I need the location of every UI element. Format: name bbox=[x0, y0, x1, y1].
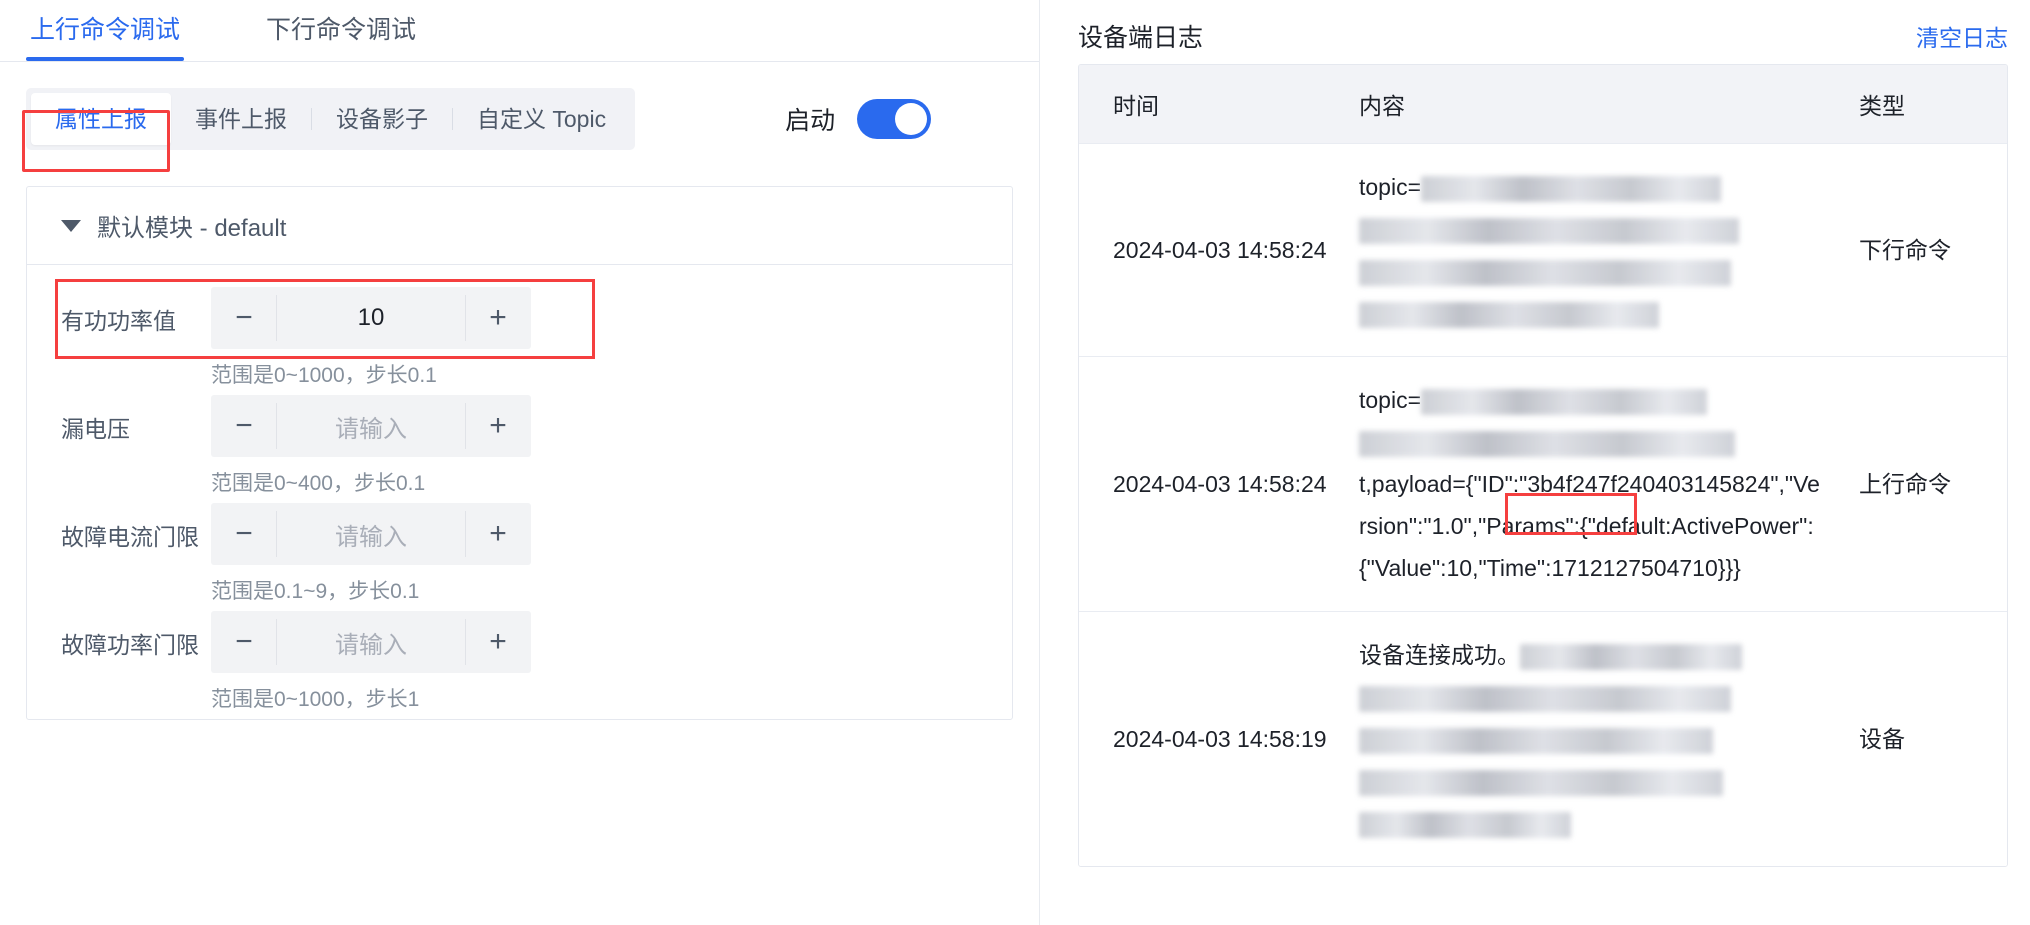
property-range-hint: 范围是0~400，步长0.1 bbox=[211, 472, 426, 495]
sub-tab-property-report-label: 属性上报 bbox=[55, 106, 147, 132]
stepper-decrement-button[interactable]: − bbox=[211, 503, 277, 565]
sub-tab-custom-topic-label: 自定义 Topic bbox=[477, 106, 607, 132]
stepper-value-input[interactable]: 10 bbox=[277, 287, 465, 349]
stepper-value-input[interactable]: 请输入 bbox=[277, 503, 465, 565]
start-toggle-group: 启动 bbox=[785, 99, 932, 139]
default-module-header[interactable]: 默认模块 - default bbox=[27, 187, 1012, 265]
uplink-debug-pane: 上行命令调试 下行命令调试 属性上报 事件上报 设备影子 自定义 Topic 启… bbox=[0, 0, 1040, 925]
device-log-header: 设备端日志 清空日志 bbox=[1078, 0, 2008, 64]
tab-uplink-command-debug[interactable]: 上行命令调试 bbox=[26, 0, 185, 61]
sub-tab-property-report[interactable]: 属性上报 bbox=[31, 93, 171, 145]
quantity-stepper: − 10 + bbox=[211, 287, 531, 349]
log-type: 下行命令 bbox=[1859, 237, 1951, 263]
log-time: 2024-04-03 14:58:24 bbox=[1113, 237, 1327, 263]
quantity-stepper: − 请输入 + bbox=[211, 503, 531, 565]
quantity-stepper: − 请输入 + bbox=[211, 395, 531, 457]
property-control: − 请输入 + 范围是0~1000，步长1 bbox=[211, 611, 531, 715]
sub-tab-device-shadow[interactable]: 设备影子 bbox=[312, 93, 452, 145]
device-log-pane: 设备端日志 清空日志 时间 内容 类型 2024-04-03 14:58:24 … bbox=[1040, 0, 2030, 925]
property-row: 故障功率门限 − 请输入 + 范围是0~1000，步长1 bbox=[27, 611, 1012, 715]
quantity-stepper: − 请输入 + bbox=[211, 611, 531, 673]
redacted-text bbox=[1359, 769, 1723, 796]
redacted-text bbox=[1421, 388, 1708, 415]
redacted-text bbox=[1359, 685, 1731, 712]
stepper-increment-button[interactable]: + bbox=[465, 287, 531, 349]
redacted-text bbox=[1359, 430, 1735, 457]
log-content: topic= bbox=[1347, 144, 1837, 356]
log-time: 2024-04-03 14:58:24 bbox=[1113, 471, 1327, 497]
property-control: − 10 + 范围是0~1000，步长0.1 bbox=[211, 287, 531, 391]
log-content: 设备连接成功。 bbox=[1347, 612, 1837, 866]
property-label: 故障电流门限 bbox=[61, 524, 199, 550]
sub-tab-event-report[interactable]: 事件上报 bbox=[171, 93, 311, 145]
property-range-hint: 范围是0~1000，步长1 bbox=[211, 688, 420, 711]
table-row: 2024-04-03 14:58:24 topic= t,payload={"I… bbox=[1079, 356, 2007, 611]
sub-tab-row: 属性上报 事件上报 设备影子 自定义 Topic 启动 bbox=[0, 62, 1039, 150]
start-toggle-switch[interactable] bbox=[857, 99, 932, 139]
main-tab-bar: 上行命令调试 下行命令调试 bbox=[0, 0, 1039, 62]
property-range-hint: 范围是0~1000，步长0.1 bbox=[211, 364, 437, 387]
table-header-row: 时间 内容 类型 bbox=[1079, 65, 2007, 143]
redacted-text bbox=[1359, 259, 1731, 286]
tab-downlink-command-debug-label: 下行命令调试 bbox=[266, 16, 417, 44]
property-label: 故障功率门限 bbox=[61, 632, 199, 658]
column-header-time: 时间 bbox=[1113, 93, 1159, 119]
chevron-down-icon[interactable] bbox=[61, 219, 81, 232]
stepper-increment-button[interactable]: + bbox=[465, 395, 531, 457]
property-label: 漏电压 bbox=[61, 416, 130, 442]
property-row: 漏电压 − 请输入 + 范围是0~400，步长0.1 bbox=[27, 395, 1012, 499]
redacted-text bbox=[1421, 175, 1722, 202]
start-toggle-label: 启动 bbox=[785, 107, 836, 135]
tab-uplink-command-debug-label: 上行命令调试 bbox=[30, 16, 181, 44]
default-module-title: 默认模块 - default bbox=[97, 215, 287, 242]
redacted-text bbox=[1520, 643, 1742, 670]
stepper-increment-button[interactable]: + bbox=[465, 611, 531, 673]
stepper-increment-button[interactable]: + bbox=[465, 503, 531, 565]
device-log-title: 设备端日志 bbox=[1078, 24, 1204, 52]
log-content: topic= t,payload={"ID":"3b4f247f24040314… bbox=[1347, 357, 1837, 611]
redacted-text bbox=[1359, 301, 1659, 328]
redacted-text bbox=[1359, 217, 1739, 244]
column-header-content: 内容 bbox=[1359, 93, 1405, 119]
column-header-type: 类型 bbox=[1859, 93, 1905, 119]
sub-tab-custom-topic[interactable]: 自定义 Topic bbox=[453, 93, 630, 145]
property-control: − 请输入 + 范围是0~400，步长0.1 bbox=[211, 395, 531, 499]
property-row: 故障电流门限 − 请输入 + 范围是0.1~9，步长0.1 bbox=[27, 503, 1012, 607]
log-content-prefix: topic= bbox=[1359, 387, 1422, 413]
table-row: 2024-04-03 14:58:24 topic= 下行命令 bbox=[1079, 143, 2007, 356]
redacted-text bbox=[1359, 727, 1713, 754]
stepper-value-input[interactable]: 请输入 bbox=[277, 611, 465, 673]
property-row: 有功功率值 − 10 + 范围是0~1000，步长0.1 bbox=[27, 279, 1012, 391]
device-debug-page: 上行命令调试 下行命令调试 属性上报 事件上报 设备影子 自定义 Topic 启… bbox=[0, 0, 2030, 925]
device-log-table: 时间 内容 类型 2024-04-03 14:58:24 topic= 下行命令… bbox=[1078, 64, 2008, 867]
clear-log-button[interactable]: 清空日志 bbox=[1916, 19, 2008, 53]
stepper-decrement-button[interactable]: − bbox=[211, 395, 277, 457]
log-payload-text: t,payload={"ID":"3b4f247f240403145824","… bbox=[1359, 471, 1820, 581]
toggle-knob bbox=[895, 103, 928, 135]
log-content-prefix: topic= bbox=[1359, 174, 1422, 200]
sub-tab-event-report-label: 事件上报 bbox=[195, 106, 287, 132]
stepper-decrement-button[interactable]: − bbox=[211, 287, 277, 349]
log-content-prefix: 设备连接成功。 bbox=[1359, 642, 1520, 668]
log-type: 设备 bbox=[1859, 726, 1905, 752]
tab-downlink-command-debug[interactable]: 下行命令调试 bbox=[262, 0, 420, 60]
property-list: 有功功率值 − 10 + 范围是0~1000，步长0.1 漏电压 − 请输入 +… bbox=[27, 265, 1012, 715]
stepper-value-input[interactable]: 请输入 bbox=[277, 395, 465, 457]
property-control: − 请输入 + 范围是0.1~9，步长0.1 bbox=[211, 503, 531, 607]
log-type: 上行命令 bbox=[1859, 471, 1951, 497]
property-label: 有功功率值 bbox=[61, 308, 176, 334]
sub-tab-segmented-control: 属性上报 事件上报 设备影子 自定义 Topic bbox=[26, 88, 636, 150]
default-module-card: 默认模块 - default 有功功率值 − 10 + 范围是0~1000，步长… bbox=[26, 186, 1013, 720]
log-time: 2024-04-03 14:58:19 bbox=[1113, 726, 1327, 752]
property-range-hint: 范围是0.1~9，步长0.1 bbox=[211, 580, 420, 603]
redacted-text bbox=[1359, 811, 1571, 838]
table-row: 2024-04-03 14:58:19 设备连接成功。 设备 bbox=[1079, 611, 2007, 866]
stepper-decrement-button[interactable]: − bbox=[211, 611, 277, 673]
sub-tab-device-shadow-label: 设备影子 bbox=[336, 106, 428, 132]
